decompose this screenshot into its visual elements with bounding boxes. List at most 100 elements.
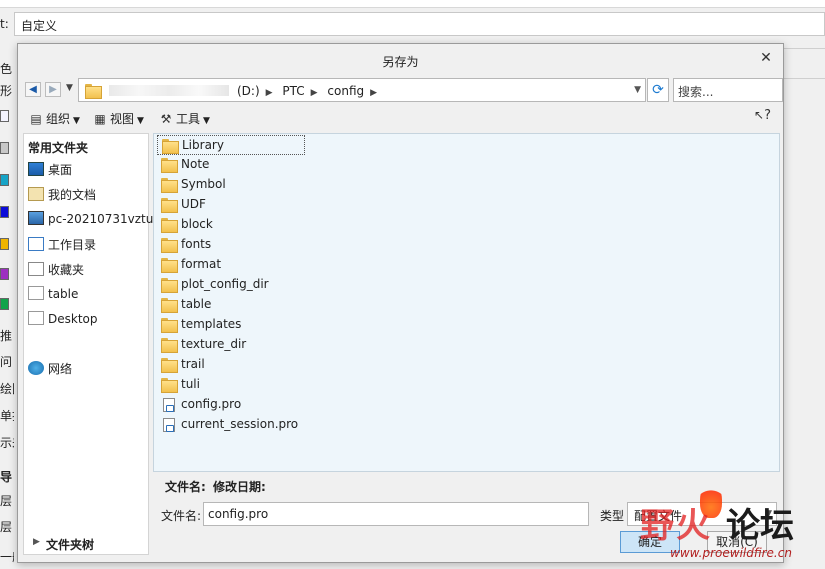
folder-icon	[28, 311, 44, 325]
file-info-bar: 文件名: 修改日期:	[153, 474, 780, 496]
ok-button[interactable]: 确定	[620, 531, 680, 553]
file-list[interactable]: Library Note Symbol UDF block fonts form…	[153, 133, 780, 472]
desktop-icon	[28, 162, 44, 176]
chevron-down-icon: ▼	[73, 116, 80, 126]
view-grid-icon: ▦	[94, 112, 106, 126]
list-item[interactable]: format	[157, 255, 305, 275]
working-dir-icon	[28, 237, 44, 251]
filename-label: 文件名:	[161, 509, 202, 523]
document-icon	[161, 398, 177, 412]
sidebar-item-computer[interactable]: pc-20210731vztu	[28, 211, 153, 231]
color-swatch[interactable]	[0, 268, 9, 280]
sidebar-item-desktop[interactable]: 桌面	[28, 161, 72, 181]
history-dropdown-icon[interactable]: ▼	[66, 83, 73, 93]
folder-icon	[161, 298, 178, 313]
file-name: UDF	[181, 197, 206, 211]
sidebar-item-desktop-folder[interactable]: Desktop	[28, 311, 98, 331]
folder-tree-toggle[interactable]: ▶ 文件夹树	[24, 532, 148, 554]
sidebar-item-favorites[interactable]: 收藏夹	[28, 261, 84, 281]
refresh-icon[interactable]: ⟳	[647, 78, 669, 102]
sidebar-item-table[interactable]: table	[28, 286, 78, 306]
divider	[784, 78, 825, 79]
file-name: trail	[181, 357, 205, 371]
address-dropdown-icon[interactable]: ▼	[634, 85, 641, 95]
color-swatch[interactable]	[0, 142, 9, 154]
sidebar-item-label: Desktop	[48, 312, 98, 326]
network-icon	[28, 361, 44, 375]
background-name-row: t: 自定义	[0, 11, 825, 37]
documents-icon	[28, 187, 44, 201]
color-swatch[interactable]	[0, 206, 9, 218]
folder-icon	[161, 218, 178, 233]
folder-icon	[161, 198, 178, 213]
type-label: 类型	[600, 509, 625, 523]
close-icon[interactable]: ✕	[757, 50, 775, 68]
chevron-right-icon[interactable]: ▶	[266, 88, 273, 98]
tools-menu[interactable]: ⚒ 工具 ▼	[159, 110, 210, 127]
dialog-titlebar[interactable]: 另存为 ✕	[18, 44, 783, 76]
bg-label: 色	[0, 62, 13, 76]
file-name: fonts	[181, 237, 212, 251]
file-name: tuli	[181, 377, 200, 391]
filename-input[interactable]: config.pro	[203, 502, 589, 526]
sidebar-item-documents[interactable]: 我的文档	[28, 186, 96, 206]
forward-arrow-icon[interactable]: ▶	[45, 82, 61, 97]
list-item[interactable]: Symbol	[157, 175, 305, 195]
folder-icon	[161, 278, 178, 293]
color-swatch[interactable]	[0, 110, 9, 122]
help-cursor-icon[interactable]: ↖?	[754, 108, 771, 123]
list-item[interactable]: texture_dir	[157, 335, 305, 355]
save-as-dialog: 另存为 ✕ ◀ ▶ ▼ (D:) ▶ PTC ▶ config ▶ ▼ ⟳ 搜索...…	[17, 43, 784, 563]
list-item[interactable]: templates	[157, 315, 305, 335]
file-name: block	[181, 217, 213, 231]
folder-icon	[28, 286, 44, 300]
address-bar[interactable]: (D:) ▶ PTC ▶ config ▶ ▼	[78, 78, 646, 102]
list-item[interactable]: plot_config_dir	[157, 275, 305, 295]
list-item[interactable]: Library	[157, 135, 305, 155]
breadcrumb-item[interactable]: PTC	[282, 84, 304, 98]
breadcrumb-item[interactable]: (D:)	[237, 84, 260, 98]
file-name: config.pro	[181, 397, 242, 411]
background-name-field[interactable]: 自定义	[14, 12, 825, 36]
list-item[interactable]: table	[157, 295, 305, 315]
dialog-title: 另存为	[382, 55, 419, 69]
sidebar-item-working-dir[interactable]: 工作目录	[28, 236, 96, 256]
file-name: format	[181, 257, 222, 271]
breadcrumb-item[interactable]: config	[327, 84, 364, 98]
address-row: ◀ ▶ ▼ (D:) ▶ PTC ▶ config ▶ ▼ ⟳ 搜索...	[23, 77, 783, 103]
list-item[interactable]: UDF	[157, 195, 305, 215]
folder-tree-label: 文件夹树	[46, 538, 95, 552]
folder-icon	[85, 84, 102, 99]
back-arrow-icon[interactable]: ◀	[25, 82, 41, 97]
type-select[interactable]: 配置文件 ▼	[627, 502, 777, 526]
organize-menu[interactable]: ▤ 组织 ▼	[29, 110, 80, 127]
color-swatch[interactable]	[0, 238, 9, 250]
list-item[interactable]: fonts	[157, 235, 305, 255]
chevron-right-icon: ▶	[33, 537, 40, 547]
list-item[interactable]: Note	[157, 155, 305, 175]
sidebar-item-label: 桌面	[48, 163, 73, 177]
dialog-toolbar: ▤ 组织 ▼ ▦ 视图 ▼ ⚒ 工具 ▼ ↖?	[23, 106, 781, 130]
file-name: current_session.pro	[181, 417, 299, 431]
file-name: Library	[182, 138, 224, 152]
chevron-right-icon[interactable]: ▶	[370, 88, 377, 98]
list-item[interactable]: trail	[157, 355, 305, 375]
search-input[interactable]: 搜索...	[673, 78, 783, 102]
divider	[784, 48, 825, 49]
color-swatch[interactable]	[0, 174, 9, 186]
organize-label: 组织	[46, 112, 71, 126]
folder-icon	[161, 318, 178, 333]
chevron-right-icon[interactable]: ▶	[311, 88, 318, 98]
bg-label: 层	[0, 520, 13, 534]
sidebar-item-network[interactable]: 网络	[28, 360, 72, 380]
color-swatch[interactable]	[0, 298, 9, 310]
file-name: Symbol	[181, 177, 226, 191]
list-item[interactable]: current_session.pro	[157, 415, 327, 435]
folder-icon	[161, 358, 178, 373]
list-item[interactable]: block	[157, 215, 305, 235]
cancel-button[interactable]: 取消(C)	[707, 531, 767, 553]
sidebar-item-label: 网络	[48, 362, 73, 376]
list-item[interactable]: config.pro	[157, 395, 305, 415]
list-item[interactable]: tuli	[157, 375, 305, 395]
view-menu[interactable]: ▦ 视图 ▼	[93, 110, 144, 127]
